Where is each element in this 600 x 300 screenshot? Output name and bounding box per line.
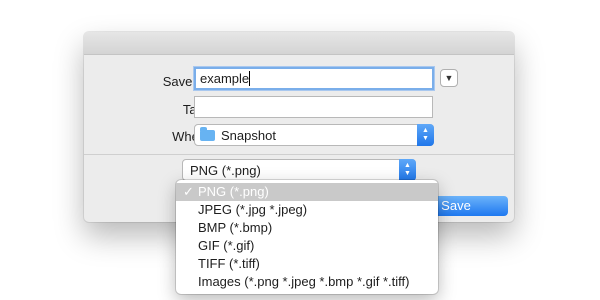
format-menu-item-label: PNG (*.png) — [198, 184, 269, 199]
dialog-titlebar — [84, 32, 514, 55]
format-menu-item-label: JPEG (*.jpg *.jpeg) — [198, 202, 308, 217]
chevron-down-icon: ▼ — [444, 73, 454, 83]
checkmark-icon: ✓ — [183, 184, 194, 199]
format-menu-item[interactable]: ✓ PNG (*.png) — [176, 183, 438, 201]
format-menu-item[interactable]: GIF (*.gif) — [176, 237, 438, 255]
text-caret — [249, 71, 251, 86]
filename-value: example — [200, 71, 250, 86]
format-menu-item[interactable]: BMP (*.bmp) — [176, 219, 438, 237]
popup-stepper-icon: ▲ ▼ — [399, 159, 416, 181]
where-popup[interactable]: Snapshot ▲ ▼ — [194, 124, 434, 146]
format-menu: ✓ PNG (*.png) JPEG (*.jpg *.jpeg) BMP (*… — [176, 180, 438, 294]
format-menu-item[interactable]: TIFF (*.tiff) — [176, 255, 438, 273]
popup-stepper-icon: ▲ ▼ — [417, 124, 434, 146]
format-menu-item[interactable]: JPEG (*.jpg *.jpeg) — [176, 201, 438, 219]
where-value: Snapshot — [221, 128, 276, 143]
filename-input[interactable]: example — [194, 67, 434, 90]
dialog-divider — [84, 154, 514, 155]
format-menu-item-label: TIFF (*.tiff) — [198, 256, 260, 271]
format-menu-item-label: GIF (*.gif) — [198, 238, 255, 253]
format-value: PNG (*.png) — [190, 163, 261, 178]
tags-input[interactable] — [194, 96, 433, 118]
format-popup[interactable]: PNG (*.png) ▲ ▼ — [182, 159, 416, 181]
format-menu-item[interactable]: Images (*.png *.jpeg *.bmp *.gif *.tiff) — [176, 273, 438, 291]
expand-dialog-button[interactable]: ▼ — [440, 69, 458, 87]
format-menu-item-label: BMP (*.bmp) — [198, 220, 273, 235]
format-menu-item-label: Images (*.png *.jpeg *.bmp *.gif *.tiff) — [198, 274, 410, 289]
folder-icon — [200, 127, 215, 141]
